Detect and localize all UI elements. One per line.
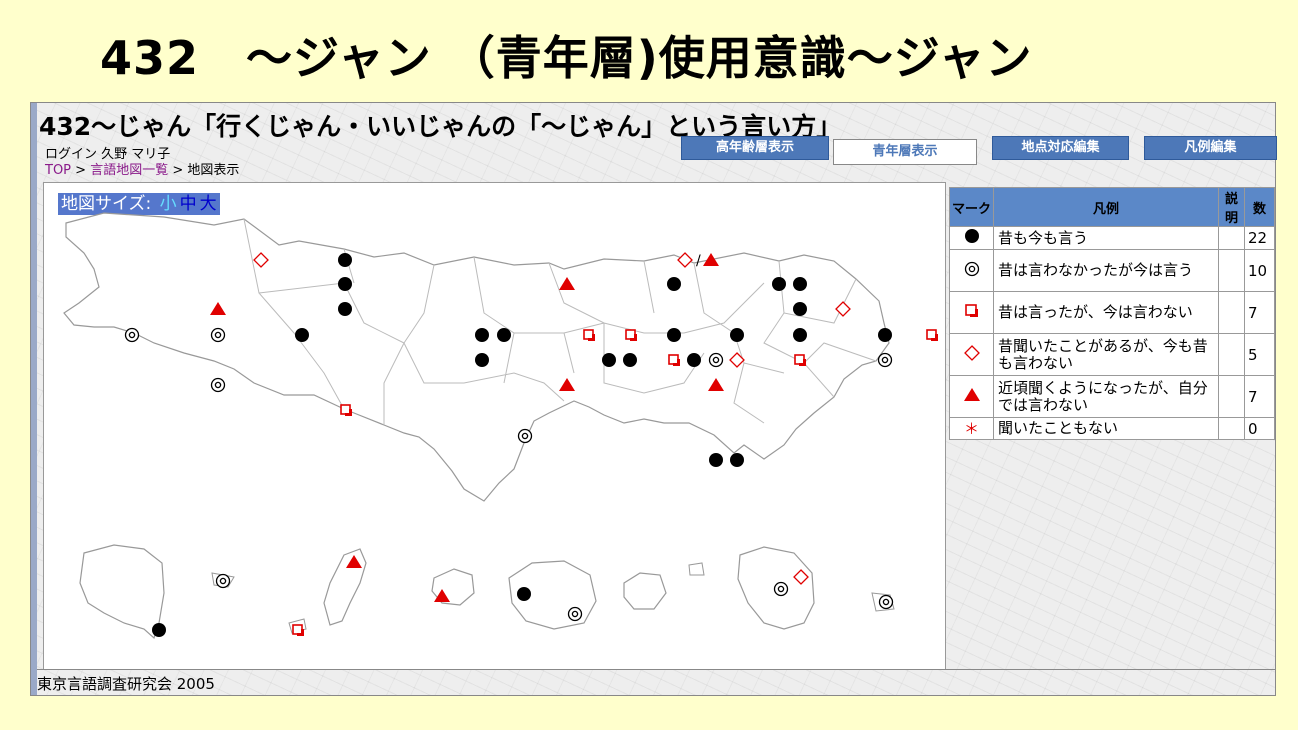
legend-explain-cell[interactable] bbox=[1218, 333, 1245, 376]
legend-header-explain: 説明 bbox=[1218, 187, 1245, 227]
legend-count: 7 bbox=[1244, 375, 1275, 418]
marker-filled-circle bbox=[709, 453, 723, 467]
legend-label: 昔も今も言う bbox=[993, 226, 1219, 250]
legend-header-row: マーク 凡例 説明 数 bbox=[949, 187, 1275, 227]
breadcrumb: TOP > 言語地図一覧 > 地図表示 bbox=[45, 159, 239, 178]
island-outline bbox=[623, 572, 667, 610]
marker-filled-circle bbox=[772, 277, 786, 291]
legend-explain-cell[interactable] bbox=[1218, 417, 1245, 440]
marker-filled-circle bbox=[338, 277, 352, 291]
marker-double-circle bbox=[567, 606, 583, 622]
legend-label: 近頃聞くようになったが、自分では言わない bbox=[993, 375, 1219, 418]
legend-header-label: 凡例 bbox=[993, 187, 1219, 227]
legend-row: 昔は言ったが、今は言わない 7 bbox=[949, 291, 1275, 334]
tab-location-edit[interactable]: 地点対応編集 bbox=[992, 136, 1129, 160]
marker-filled-circle bbox=[730, 328, 744, 342]
marker-shadow-square bbox=[583, 329, 596, 342]
footer-divider bbox=[37, 669, 1275, 670]
marker-double-circle bbox=[517, 428, 533, 444]
filled-circle-icon bbox=[964, 229, 979, 243]
marker-double-circle bbox=[215, 573, 231, 589]
marker-shadow-square bbox=[794, 354, 807, 367]
legend-label: 聞いたこともない bbox=[993, 417, 1219, 440]
marker-filled-circle bbox=[475, 328, 489, 342]
tab-youth-generation[interactable]: 青年層表示 bbox=[833, 139, 977, 165]
breadcrumb-current: 地図表示 bbox=[187, 163, 240, 178]
marker-double-circle bbox=[210, 377, 226, 393]
legend-row: ＊ 聞いたこともない 0 bbox=[949, 417, 1275, 440]
tab-legend-edit[interactable]: 凡例編集 bbox=[1144, 136, 1277, 160]
tokyo-map: / bbox=[63, 212, 939, 640]
breadcrumb-top-link[interactable]: TOP bbox=[45, 163, 71, 178]
slide-title: 432 ～ジャン （青年層)使用意識～ジャン bbox=[100, 31, 1033, 85]
marker-separator: / bbox=[696, 253, 701, 269]
marker-filled-circle bbox=[730, 453, 744, 467]
marker-filled-circle bbox=[878, 328, 892, 342]
tab-older-generation[interactable]: 高年齢層表示 bbox=[681, 136, 829, 160]
marker-filled-circle bbox=[793, 277, 807, 291]
shadow-square-icon bbox=[964, 303, 978, 317]
double-circle-icon bbox=[964, 261, 979, 276]
marker-shadow-square bbox=[625, 329, 638, 342]
marker-shadow-square bbox=[668, 354, 681, 367]
marker-filled-circle bbox=[602, 353, 616, 367]
asterisk-icon: ＊ bbox=[949, 417, 994, 440]
marker-filled-circle bbox=[687, 353, 701, 367]
marker-filled-circle bbox=[338, 253, 352, 267]
marker-double-circle bbox=[773, 581, 789, 597]
legend-row: 昔聞いたことがあるが、今も昔も言わない 5 bbox=[949, 333, 1275, 376]
marker-filled-circle bbox=[793, 328, 807, 342]
marker-double-circle bbox=[210, 327, 226, 343]
marker-filled-circle bbox=[667, 328, 681, 342]
legend-label: 昔は言ったが、今は言わない bbox=[993, 291, 1219, 334]
island-outline bbox=[323, 548, 367, 626]
legend-row: 近頃聞くようになったが、自分では言わない 7 bbox=[949, 375, 1275, 418]
legend-count: 10 bbox=[1244, 249, 1275, 292]
legend-header-count: 数 bbox=[1244, 187, 1275, 227]
marker-filled-circle bbox=[152, 623, 166, 637]
legend-count: 5 bbox=[1244, 333, 1275, 376]
legend-explain-cell[interactable] bbox=[1218, 226, 1245, 250]
map-panel[interactable]: 地図サイズ: 小中大 / bbox=[43, 182, 946, 670]
window-left-border bbox=[31, 103, 37, 695]
legend-count: 22 bbox=[1244, 226, 1275, 250]
legend-explain-cell[interactable] bbox=[1218, 375, 1245, 418]
legend-row: 昔は言わなかったが今は言う 10 bbox=[949, 249, 1275, 292]
marker-double-circle bbox=[878, 594, 894, 610]
marker-filled-circle bbox=[338, 302, 352, 316]
marker-filled-circle bbox=[295, 328, 309, 342]
footer-copyright: 東京言語調査研究会 2005 bbox=[37, 675, 215, 693]
island-outline bbox=[79, 544, 165, 640]
legend-explain-cell[interactable] bbox=[1218, 291, 1245, 334]
island-outline bbox=[688, 562, 705, 576]
marker-double-circle bbox=[877, 352, 893, 368]
browser-window: 432～じゃん「行くじゃん・いいじゃんの「～じゃん」という言い方」 ログイン 久… bbox=[30, 102, 1277, 696]
legend-count: 7 bbox=[1244, 291, 1275, 334]
marker-shadow-square bbox=[292, 624, 305, 637]
legend-row: 昔も今も言う 22 bbox=[949, 226, 1275, 250]
marker-shadow-square bbox=[926, 329, 939, 342]
breadcrumb-separator: > bbox=[168, 163, 188, 178]
legend-table: マーク 凡例 説明 数 昔も今も言う 22 昔は言わなかったが今は言う 10 昔… bbox=[949, 187, 1275, 440]
legend-count: 0 bbox=[1244, 417, 1275, 440]
legend-explain-cell[interactable] bbox=[1218, 249, 1245, 292]
legend-label: 昔聞いたことがあるが、今も昔も言わない bbox=[993, 333, 1219, 376]
diamond-icon bbox=[963, 344, 980, 361]
marker-filled-circle bbox=[517, 587, 531, 601]
marker-filled-circle bbox=[475, 353, 489, 367]
marker-double-circle bbox=[708, 352, 724, 368]
marker-filled-circle bbox=[497, 328, 511, 342]
breadcrumb-map-list-link[interactable]: 言語地図一覧 bbox=[90, 163, 168, 178]
legend-header-mark: マーク bbox=[949, 187, 994, 227]
legend-label: 昔は言わなかったが今は言う bbox=[993, 249, 1219, 292]
marker-filled-circle bbox=[623, 353, 637, 367]
marker-shadow-square bbox=[340, 404, 353, 417]
breadcrumb-separator: > bbox=[71, 163, 91, 178]
marker-filled-circle bbox=[667, 277, 681, 291]
triangle-icon bbox=[963, 387, 980, 401]
marker-filled-circle bbox=[793, 302, 807, 316]
marker-double-circle bbox=[124, 327, 140, 343]
